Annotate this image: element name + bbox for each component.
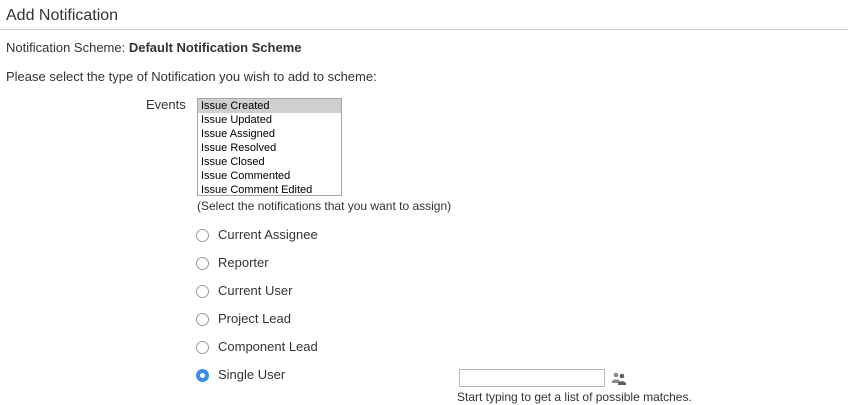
user-picker-icon[interactable] xyxy=(611,370,627,386)
radio-button[interactable] xyxy=(196,228,209,242)
events-label: Events xyxy=(146,97,186,112)
instruction-text: Please select the type of Notification y… xyxy=(6,69,377,84)
event-option-issue-assigned[interactable]: Issue Assigned xyxy=(198,127,341,141)
radio-label: Reporter xyxy=(218,255,269,270)
notification-scheme-line: Notification Scheme: Default Notificatio… xyxy=(6,40,302,56)
event-option-issue-resolved[interactable]: Issue Resolved xyxy=(198,141,341,155)
radio-label: Component Lead xyxy=(218,339,318,354)
radio-button[interactable] xyxy=(196,340,209,354)
radio-reporter[interactable]: Reporter xyxy=(196,255,269,271)
radio-button[interactable] xyxy=(196,312,209,326)
radio-project-lead[interactable]: Project Lead xyxy=(196,311,291,327)
radio-label: Current User xyxy=(218,283,293,298)
radio-button[interactable] xyxy=(196,284,209,298)
title-divider xyxy=(0,29,848,30)
single-user-hint: Start typing to get a list of possible m… xyxy=(457,390,692,404)
radio-button[interactable] xyxy=(196,256,209,270)
single-user-input[interactable] xyxy=(459,369,605,387)
notification-scheme-label: Notification Scheme: xyxy=(6,40,126,55)
event-option-issue-updated[interactable]: Issue Updated xyxy=(198,113,341,127)
radio-current-assignee[interactable]: Current Assignee xyxy=(196,227,318,243)
page-title: Add Notification xyxy=(6,7,119,24)
event-option-issue-commented[interactable]: Issue Commented xyxy=(198,169,341,183)
radio-label: Current Assignee xyxy=(218,227,318,242)
event-option-issue-created[interactable]: Issue Created xyxy=(198,99,341,113)
notification-scheme-name: Default Notification Scheme xyxy=(128,40,302,55)
radio-current-user[interactable]: Current User xyxy=(196,283,292,299)
events-listbox[interactable]: Issue Created Issue Updated Issue Assign… xyxy=(197,98,342,196)
radio-button-selected[interactable] xyxy=(196,368,209,382)
radio-label: Single User xyxy=(218,367,286,382)
radio-single-user[interactable]: Single User xyxy=(196,367,285,383)
event-option-issue-closed[interactable]: Issue Closed xyxy=(198,155,341,169)
radio-label: Project Lead xyxy=(218,311,291,326)
event-option-issue-comment-edited[interactable]: Issue Comment Edited xyxy=(198,183,341,195)
events-hint: (Select the notifications that you want … xyxy=(197,199,452,213)
radio-component-lead[interactable]: Component Lead xyxy=(196,339,318,355)
